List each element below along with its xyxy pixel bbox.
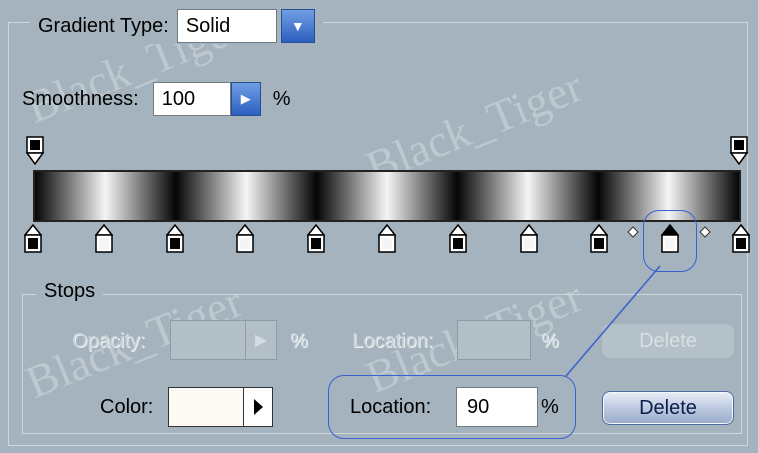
- color-stop-80[interactable]: [590, 224, 609, 254]
- callout-line: [565, 265, 661, 377]
- gradient-type-value[interactable]: Solid: [176, 9, 277, 43]
- gradient-editor-panel: Black_Tiger Black_Tiger Black_Tiger Blac…: [0, 0, 758, 453]
- midpoint-diamond-icon[interactable]: [627, 225, 639, 243]
- stops-group-title: Stops: [36, 280, 104, 303]
- location-label: Location:: [350, 396, 432, 418]
- color-stop-100[interactable]: [732, 224, 750, 254]
- color-stop-50[interactable]: [378, 224, 396, 254]
- smoothness-input[interactable]: 100: [152, 82, 231, 116]
- color-stop-20[interactable]: [165, 224, 184, 254]
- color-stop-60[interactable]: [448, 224, 467, 254]
- slider-popup-arrow-icon: ▶: [245, 320, 277, 360]
- chevron-right-icon[interactable]: [243, 387, 273, 427]
- opacity-label: Opacity:: [72, 330, 146, 352]
- color-label: Color:: [100, 396, 154, 418]
- location-input[interactable]: 90: [456, 387, 538, 427]
- color-picker[interactable]: [168, 387, 273, 427]
- smoothness-unit: %: [272, 87, 291, 110]
- color-stop-0[interactable]: [24, 224, 42, 254]
- opacity-stop-100[interactable]: [730, 136, 748, 166]
- location-unit: %: [541, 396, 559, 418]
- color-stop-40[interactable]: [307, 224, 326, 254]
- smoothness-label: Smoothness:: [22, 87, 139, 110]
- slider-popup-arrow-icon[interactable]: ▶: [230, 82, 261, 116]
- opacity-location-input: [457, 320, 531, 360]
- opacity-location-unit: %: [541, 330, 559, 352]
- opacity-input: [170, 320, 246, 360]
- gradient-type-label: Gradient Type:: [38, 14, 169, 37]
- gradient-type-dropdown[interactable]: Solid ▼: [176, 9, 315, 43]
- color-stop-30[interactable]: [236, 224, 255, 254]
- opacity-stop-0[interactable]: [26, 136, 44, 166]
- gradient-type-row: Gradient Type: Solid ▼: [30, 8, 323, 44]
- opacity-unit: %: [290, 330, 308, 352]
- color-delete-button[interactable]: Delete: [602, 391, 734, 425]
- midpoint-diamond-icon[interactable]: [699, 225, 711, 243]
- smoothness-row: Smoothness: 100 ▶ %: [22, 82, 291, 116]
- gradient-preview-bar[interactable]: [33, 170, 741, 222]
- chevron-down-icon[interactable]: ▼: [280, 9, 315, 43]
- color-swatch[interactable]: [168, 387, 244, 427]
- opacity-location-label: Location:: [352, 330, 434, 352]
- color-stop-70[interactable]: [519, 224, 538, 254]
- color-stop-10[interactable]: [94, 224, 113, 254]
